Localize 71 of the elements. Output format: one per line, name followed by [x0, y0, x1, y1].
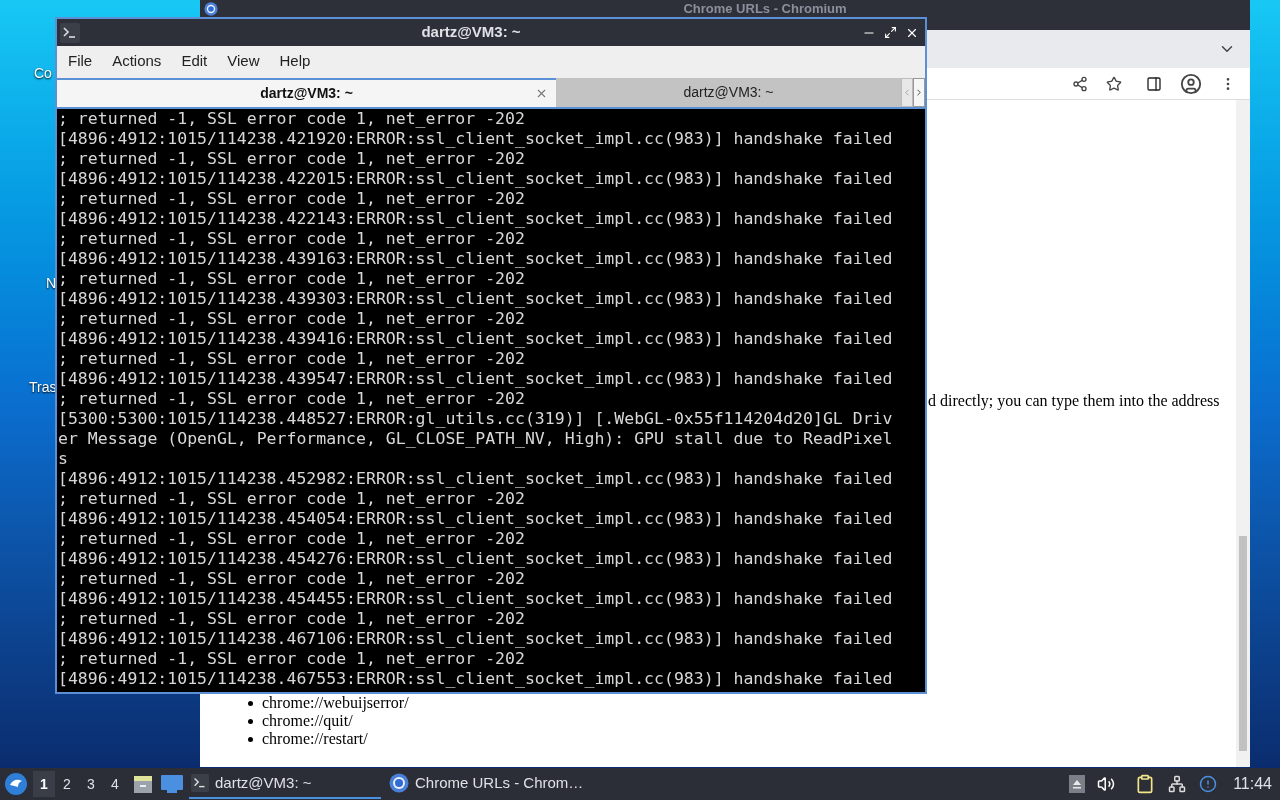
- notification-icon[interactable]: [1199, 775, 1218, 793]
- output-line: ; returned -1, SSL error code 1, net_error -202: [58, 349, 525, 369]
- workspace-button[interactable]: 3: [79, 771, 103, 797]
- workspace-button[interactable]: 2: [55, 771, 79, 797]
- maximize-icon[interactable]: [884, 26, 897, 39]
- bullet-icon: [248, 736, 253, 742]
- output-line: ; returned -1, SSL error code 1, net_error -202: [58, 229, 525, 249]
- output-line: ; returned -1, SSL error code 1, net_error -202: [58, 489, 525, 509]
- browser-icon: [389, 773, 409, 793]
- terminal-icon: [60, 22, 80, 43]
- output-line: [4896:4912:1015/114238.439163:ERROR:ssl_client_socket_impl.cc(983)] handshake failed: [58, 249, 893, 269]
- menu-item[interactable]: Help: [271, 49, 319, 73]
- browser-icon: [204, 2, 218, 16]
- output-line: [4896:4912:1015/114238.439547:ERROR:ssl_client_socket_impl.cc(983)] handshake failed: [58, 369, 893, 389]
- output-line: [5300:5300:1015/114238.448527:ERROR:gl_utils.cc(319)] [.WebGL-0x55f114204d20]GL Driv: [58, 409, 893, 429]
- output-line: [4896:4912:1015/114238.452982:ERROR:ssl_client_socket_impl.cc(983)] handshake failed: [58, 469, 893, 489]
- clock[interactable]: 11:44: [1233, 772, 1272, 796]
- output-line: [4896:4912:1015/114238.454276:ERROR:ssl_client_socket_impl.cc(983)] handshake failed: [58, 549, 893, 569]
- page-paragraph: d directly; you can type them into the address: [928, 391, 1220, 412]
- chevron-left-icon: [902, 87, 912, 98]
- menu-item[interactable]: File: [60, 49, 101, 73]
- window-title: dartz@VM3: ~: [420, 22, 522, 43]
- desktop-icon[interactable]: [161, 775, 183, 793]
- output-line: ; returned -1, SSL error code 1, net_error -202: [58, 569, 525, 589]
- output-line: er Message (OpenGL, Performance, GL_CLOSE_PATH_NV, High): GPU stall due to ReadPixel: [58, 429, 893, 449]
- bullet-icon: [248, 718, 253, 724]
- output-line: ; returned -1, SSL error code 1, net_error -202: [58, 189, 525, 209]
- workspace-button[interactable]: 4: [103, 771, 127, 797]
- menu-item[interactable]: View: [219, 49, 268, 73]
- window-title: Chrome URLs - Chromium: [683, 2, 847, 16]
- share-icon[interactable]: [1072, 75, 1088, 92]
- output-line: ; returned -1, SSL error code 1, net_error -202: [58, 149, 525, 169]
- scroll-right-button[interactable]: [913, 78, 925, 107]
- bookmark-star-icon[interactable]: [1106, 75, 1122, 92]
- output-line: ; returned -1, SSL error code 1, net_error -202: [58, 109, 525, 129]
- workspace-button[interactable]: 1: [33, 771, 55, 797]
- output-line: ; returned -1, SSL error code 1, net_error -202: [58, 529, 525, 549]
- network-icon[interactable]: [1167, 775, 1188, 793]
- desktop-icon-label[interactable]: N: [46, 273, 57, 294]
- terminal-tab[interactable]: dartz@VM3: ~: [57, 78, 556, 107]
- profile-icon[interactable]: [1180, 72, 1202, 95]
- output-line: ; returned -1, SSL error code 1, net_error -202: [58, 269, 525, 289]
- output-line: s: [58, 449, 68, 469]
- volume-icon[interactable]: [1097, 775, 1116, 793]
- output-line: [4896:4912:1015/114238.422015:ERROR:ssl_client_socket_impl.cc(983)] handshake failed: [58, 169, 893, 189]
- output-line: ; returned -1, SSL error code 1, net_error -202: [58, 649, 525, 669]
- side-panel-icon[interactable]: [1146, 75, 1162, 92]
- output-line: [4896:4912:1015/114238.454054:ERROR:ssl_client_socket_impl.cc(983)] handshake failed: [58, 509, 893, 529]
- output-line: [4896:4912:1015/114238.439303:ERROR:ssl_client_socket_impl.cc(983)] handshake failed: [58, 289, 893, 309]
- bullet-icon: [248, 700, 253, 706]
- output-line: [4896:4912:1015/114238.439416:ERROR:ssl_client_socket_impl.cc(983)] handshake failed: [58, 329, 893, 349]
- close-tab-icon[interactable]: [535, 87, 548, 100]
- chevron-right-icon: [914, 87, 924, 98]
- output-line: [4896:4912:1015/114238.467553:ERROR:ssl_client_socket_impl.cc(983)] handshake failed: [58, 669, 893, 689]
- terminal-icon: [191, 774, 209, 792]
- scrollbar[interactable]: [1236, 100, 1250, 767]
- file-manager-icon[interactable]: [133, 774, 153, 794]
- eject-icon[interactable]: [1069, 775, 1086, 793]
- output-line: ; returned -1, SSL error code 1, net_error -202: [58, 389, 525, 409]
- menu-item[interactable]: Edit: [173, 49, 216, 73]
- output-line: [4896:4912:1015/114238.422143:ERROR:ssl_client_socket_impl.cc(983)] handshake failed: [58, 209, 893, 229]
- output-line: [4896:4912:1015/114238.467106:ERROR:ssl_client_socket_impl.cc(983)] handshake failed: [58, 629, 893, 649]
- output-line: [4896:4912:1015/114238.454455:ERROR:ssl_client_socket_impl.cc(983)] handshake failed: [58, 589, 893, 609]
- menu-item[interactable]: Actions: [104, 49, 170, 73]
- output-line: [4896:4912:1015/114238.421920:ERROR:ssl_client_socket_impl.cc(983)] handshake failed: [58, 129, 893, 149]
- output-line: ; returned -1, SSL error code 1, net_error -202: [58, 309, 525, 329]
- start-menu-icon[interactable]: [5, 773, 27, 795]
- terminal-tab[interactable]: dartz@VM3: ~: [556, 78, 901, 107]
- clipboard-icon[interactable]: [1135, 774, 1156, 794]
- taskbar-task[interactable]: dartz@VM3: ~: [189, 769, 381, 799]
- output-line: ; returned -1, SSL error code 1, net_error -202: [58, 609, 525, 629]
